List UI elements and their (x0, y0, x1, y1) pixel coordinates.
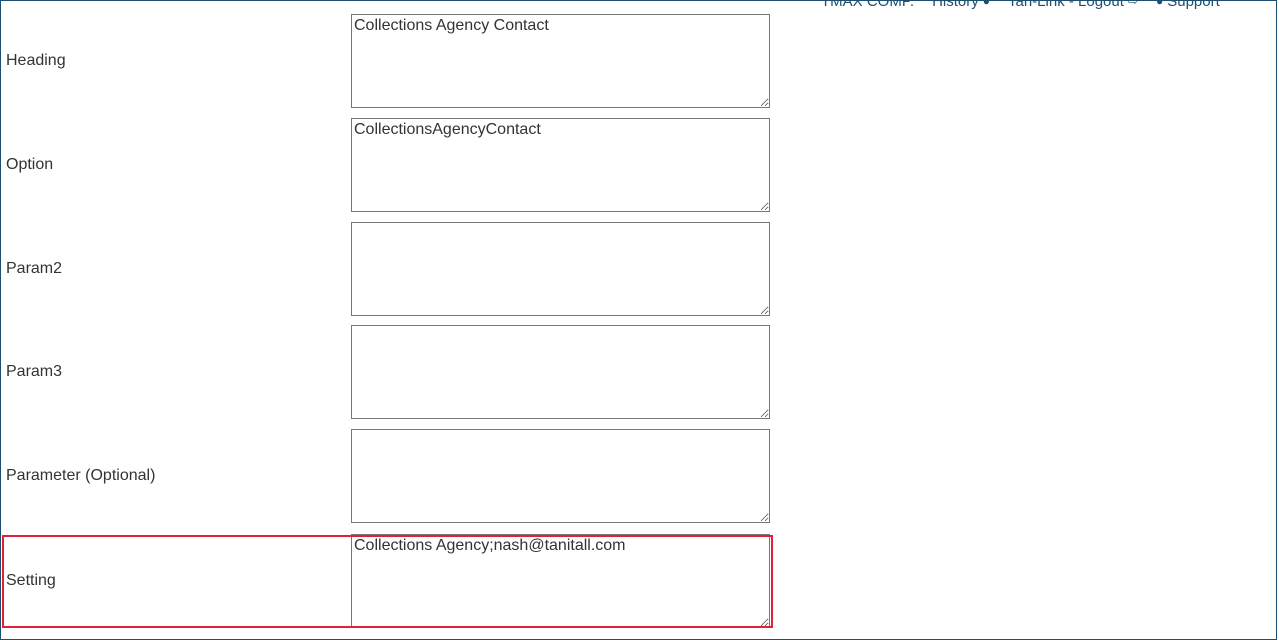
logout-label: Tan-Link - Logout (1008, 0, 1124, 10)
support-icon: ● (1155, 0, 1164, 8)
setting-textarea[interactable]: Collections Agency;nash@tanitall.com (351, 534, 770, 628)
page-frame: TMAX COMP. History ● Tan-Link - Logout ⇨… (0, 0, 1277, 640)
support-link[interactable]: ● Support (1155, 0, 1220, 10)
field-row-param2: Param2 (1, 222, 773, 316)
param2-textarea[interactable] (351, 222, 770, 316)
history-label: History (932, 0, 979, 10)
param3-label: Param3 (6, 363, 63, 380)
parameter-optional-textarea[interactable] (351, 429, 770, 523)
param3-textarea[interactable] (351, 325, 770, 419)
top-navigation: TMAX COMP. History ● Tan-Link - Logout ⇨… (821, 0, 1220, 10)
logout-link[interactable]: Tan-Link - Logout ⇨ (1008, 0, 1138, 10)
support-label: Support (1167, 0, 1220, 10)
heading-label: Heading (6, 52, 66, 69)
history-icon: ● (982, 0, 990, 8)
option-textarea[interactable]: CollectionsAgencyContact (351, 118, 770, 212)
option-label: Option (6, 156, 54, 173)
field-row-setting: Setting Collections Agency;nash@tanitall… (1, 534, 773, 628)
field-row-heading: Heading Collections Agency Contact (1, 14, 773, 108)
company-name-label: TMAX COMP. (821, 0, 915, 10)
field-row-parameter-optional: Parameter (Optional) (1, 429, 773, 523)
field-row-option: Option CollectionsAgencyContact (1, 118, 773, 212)
field-row-param3: Param3 (1, 325, 773, 419)
param2-label: Param2 (6, 260, 63, 277)
logout-icon: ⇨ (1127, 0, 1138, 8)
parameter-optional-label: Parameter (Optional) (6, 467, 156, 484)
history-link[interactable]: History ● (932, 0, 990, 10)
company-name: TMAX COMP. (821, 0, 915, 10)
setting-label: Setting (6, 572, 56, 589)
heading-textarea[interactable]: Collections Agency Contact (351, 14, 770, 108)
